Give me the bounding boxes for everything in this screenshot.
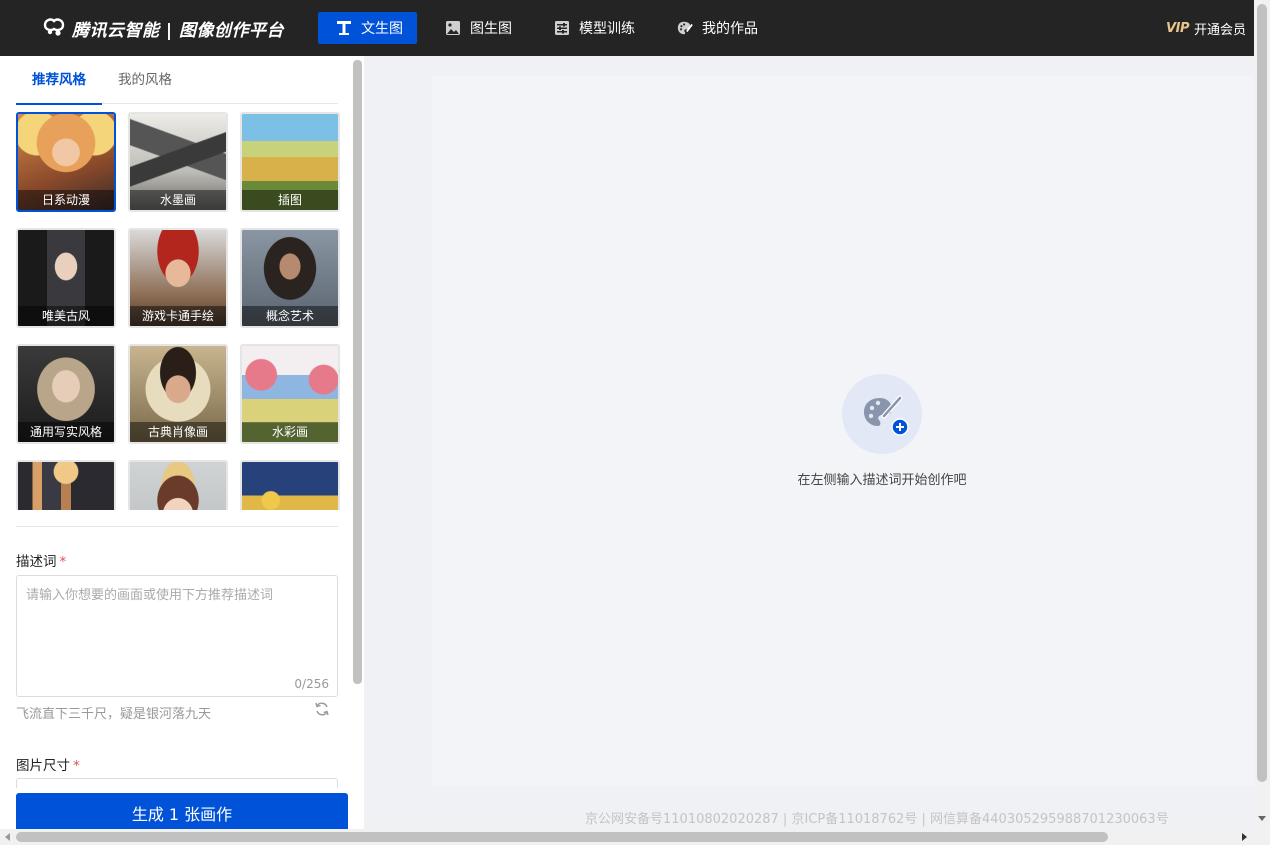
vip-badge: VIP: [1166, 20, 1189, 36]
vip-label: 开通会员: [1193, 22, 1246, 38]
style-label: 水彩画: [242, 422, 338, 442]
prompt-label: 描述词 *: [16, 554, 67, 570]
style-card-watercolor[interactable]: 水彩画: [240, 344, 340, 444]
sliders-icon: [554, 20, 570, 36]
style-card-anime[interactable]: 日系动漫: [16, 112, 116, 212]
style-thumbnail: [242, 462, 338, 510]
scroll-right-arrow-icon[interactable]: [1242, 833, 1247, 841]
style-label: 通用写实风格: [18, 422, 114, 442]
style-card-cartoon-girl[interactable]: [128, 460, 228, 510]
image-size-selector[interactable]: [16, 778, 338, 788]
footer-icp-info: 京公网安备号11010802020287 | 京ICP备11018762号 | …: [585, 812, 1169, 827]
image-icon: [445, 20, 461, 36]
style-card-ancient-beauty[interactable]: 唯美古风: [16, 228, 116, 328]
style-label: 插图: [242, 190, 338, 210]
page-vertical-scrollbar[interactable]: [1254, 0, 1270, 829]
nav-my-works[interactable]: 我的作品: [659, 12, 772, 44]
page-horizontal-scrollbar[interactable]: [0, 829, 1270, 845]
scroll-left-arrow-icon[interactable]: [5, 833, 10, 841]
logo[interactable]: 腾讯云智能 | 图像创作平台: [42, 16, 318, 41]
logo-text: 腾讯云智能 | 图像创作平台: [72, 20, 285, 41]
style-thumbnail: [130, 462, 226, 510]
style-card-classical-portrait[interactable]: 古典肖像画: [128, 344, 228, 444]
tab-recommended-styles[interactable]: 推荐风格: [16, 56, 102, 105]
style-label: 古典肖像画: [130, 422, 226, 442]
nav-label: 图生图: [470, 21, 512, 37]
tencent-cloud-logo-icon: [42, 17, 66, 39]
style-thumbnail: [18, 462, 114, 510]
scrollbar-thumb[interactable]: [1257, 4, 1267, 782]
style-card-concept-art[interactable]: 概念艺术: [240, 228, 340, 328]
result-canvas: 在左侧输入描述词开始创作吧: [432, 76, 1254, 786]
style-card-illustration[interactable]: 插图: [240, 112, 340, 212]
style-card-realistic[interactable]: 通用写实风格: [16, 344, 116, 444]
left-panel: 推荐风格 我的风格 日系动漫 水墨画 插图 唯美古风 游戏卡通手绘 概念艺术 通…: [0, 56, 364, 833]
nav-label: 文生图: [361, 21, 403, 37]
nav-label: 我的作品: [702, 21, 758, 37]
required-mark: *: [59, 554, 67, 570]
required-mark: *: [73, 758, 80, 774]
divider: [16, 526, 338, 527]
style-card-ink-painting[interactable]: 水墨画: [128, 112, 228, 212]
nav-text-to-image[interactable]: 文生图: [318, 12, 417, 44]
tab-my-styles[interactable]: 我的风格: [102, 56, 188, 104]
scroll-down-arrow-icon[interactable]: [1258, 816, 1266, 821]
empty-state-text: 在左侧输入描述词开始创作吧: [797, 473, 967, 488]
style-card-city-night[interactable]: [16, 460, 116, 510]
palette-icon: [677, 20, 693, 36]
style-label: 水墨画: [130, 190, 226, 210]
nav-label: 模型训练: [579, 21, 635, 37]
text-t-icon: [336, 20, 352, 36]
prompt-box: 0/256: [16, 575, 338, 697]
style-gallery: 日系动漫 水墨画 插图 唯美古风 游戏卡通手绘 概念艺术 通用写实风格 古典肖像…: [16, 112, 340, 510]
main-nav: 文生图 图生图 模型训练 我的作品: [318, 12, 782, 44]
image-size-label: 图片尺寸 *: [16, 758, 80, 774]
top-navigation-bar: 腾讯云智能 | 图像创作平台 文生图 图生图 模型训练 我的作品 VIP 开通会…: [0, 0, 1270, 56]
empty-state-icon: [842, 374, 922, 454]
style-card-van-gogh[interactable]: [240, 460, 340, 510]
generate-button[interactable]: 生成 1 张画作: [16, 793, 348, 833]
style-tabs: 推荐风格 我的风格: [16, 56, 338, 105]
nav-model-training[interactable]: 模型训练: [536, 12, 649, 44]
scrollbar-thumb[interactable]: [16, 832, 1108, 842]
suggested-prompt[interactable]: 飞流直下三千尺，疑是银河落九天: [16, 703, 211, 722]
style-label: 日系动漫: [18, 190, 114, 210]
nav-image-to-image[interactable]: 图生图: [427, 12, 526, 44]
style-label: 概念艺术: [242, 306, 338, 326]
style-label: 游戏卡通手绘: [130, 306, 226, 326]
style-label: 唯美古风: [18, 306, 114, 326]
prompt-input[interactable]: [17, 576, 337, 696]
refresh-icon[interactable]: [314, 701, 330, 717]
char-counter: 0/256: [294, 677, 329, 691]
style-card-game-cartoon[interactable]: 游戏卡通手绘: [128, 228, 228, 328]
left-panel-scrollbar[interactable]: [353, 60, 362, 684]
vip-membership-link[interactable]: VIP 开通会员: [1166, 0, 1246, 56]
